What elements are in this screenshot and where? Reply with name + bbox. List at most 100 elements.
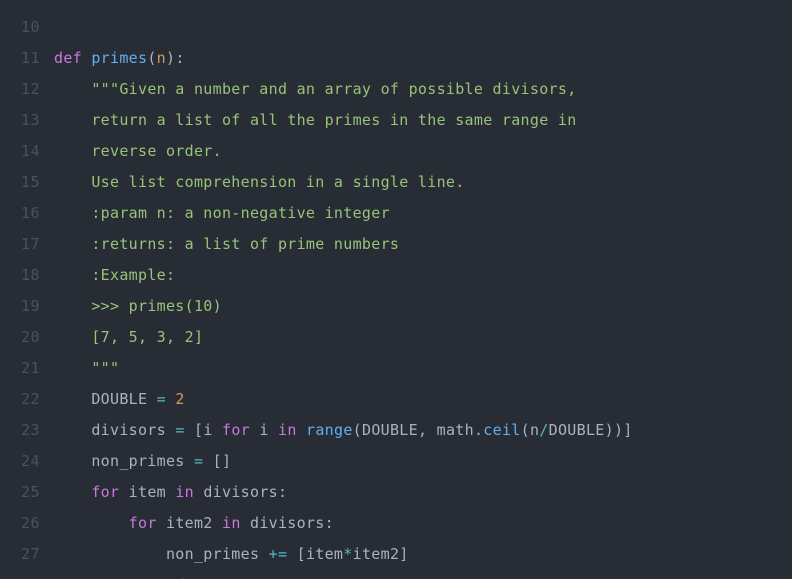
- code-token: [54, 266, 91, 284]
- code-token: (: [147, 49, 156, 67]
- code-line[interactable]: [7, 5, 3, 2]: [54, 322, 792, 353]
- code-token: item: [119, 483, 175, 501]
- code-token: [54, 111, 91, 129]
- line-number: 12: [0, 74, 40, 105]
- code-token: Use list comprehension in a single line.: [91, 173, 464, 191]
- line-number: 26: [0, 508, 40, 539]
- code-token: [i: [185, 421, 222, 439]
- code-token: [7, 5, 3, 2]: [91, 328, 203, 346]
- code-token: non_primes: [54, 452, 194, 470]
- code-token: i: [250, 421, 278, 439]
- code-token: divisors:: [194, 483, 287, 501]
- code-token: [54, 235, 91, 253]
- code-token: reverse order.: [91, 142, 222, 160]
- code-token: in: [278, 421, 297, 439]
- code-token: /: [539, 421, 548, 439]
- code-token: range: [306, 421, 353, 439]
- code-token: (DOUBLE, math.: [353, 421, 484, 439]
- code-token: [54, 328, 91, 346]
- line-number: 28: [0, 570, 40, 579]
- code-token: +=: [269, 545, 288, 563]
- code-token: [54, 80, 91, 98]
- line-number: 22: [0, 384, 40, 415]
- code-token: for: [129, 514, 157, 532]
- code-line[interactable]: [54, 12, 792, 43]
- code-token: in: [175, 483, 194, 501]
- code-line[interactable]: for item2 in divisors:: [54, 508, 792, 539]
- line-number: 27: [0, 539, 40, 570]
- line-number: 15: [0, 167, 40, 198]
- code-line[interactable]: >>> primes(10): [54, 291, 792, 322]
- code-token: """: [91, 359, 119, 377]
- line-number: 21: [0, 353, 40, 384]
- line-number: 19: [0, 291, 40, 322]
- code-line[interactable]: divisors = [i for i in range(DOUBLE, mat…: [54, 415, 792, 446]
- line-number: 17: [0, 229, 40, 260]
- code-token: ceil: [483, 421, 520, 439]
- code-line[interactable]: :returns: a list of prime numbers: [54, 229, 792, 260]
- code-token: [54, 359, 91, 377]
- code-line[interactable]: for item in divisors:: [54, 477, 792, 508]
- line-number: 20: [0, 322, 40, 353]
- line-number: 18: [0, 260, 40, 291]
- code-line[interactable]: non_primes = []: [54, 446, 792, 477]
- code-token: return a list of all the primes in the s…: [91, 111, 576, 129]
- code-token: :Example:: [91, 266, 175, 284]
- code-token: [54, 204, 91, 222]
- code-token: def: [54, 49, 91, 67]
- code-token: =: [157, 390, 166, 408]
- code-token: item2: [157, 514, 222, 532]
- code-token: """Given a number and an array of possib…: [91, 80, 576, 98]
- code-token: [item: [287, 545, 343, 563]
- code-line[interactable]: return a list of all the primes in the s…: [54, 105, 792, 136]
- code-token: DOUBLE))]: [549, 421, 633, 439]
- code-token: [54, 483, 91, 501]
- line-number: 14: [0, 136, 40, 167]
- code-token: [54, 173, 91, 191]
- code-token: for: [222, 421, 250, 439]
- code-token: =: [194, 452, 203, 470]
- line-number: 25: [0, 477, 40, 508]
- code-token: [166, 390, 175, 408]
- code-line[interactable]: non_primes += [item*item2]: [54, 539, 792, 570]
- code-token: non_primes: [54, 545, 269, 563]
- code-line[interactable]: def primes(n):: [54, 43, 792, 74]
- line-number: 24: [0, 446, 40, 477]
- code-line[interactable]: :Example:: [54, 260, 792, 291]
- code-token: []: [203, 452, 231, 470]
- line-number: 16: [0, 198, 40, 229]
- code-token: [54, 514, 129, 532]
- code-line[interactable]: DOUBLE = 2: [54, 384, 792, 415]
- code-token: [54, 142, 91, 160]
- code-token: item2]: [353, 545, 409, 563]
- code-token: =: [175, 421, 184, 439]
- code-line[interactable]: # Your Code Goes Here #: [54, 570, 792, 579]
- line-number-gutter: 10111213141516171819202122232425262728: [0, 12, 54, 579]
- code-token: n: [157, 49, 166, 67]
- code-token: for: [91, 483, 119, 501]
- code-line[interactable]: """: [54, 353, 792, 384]
- code-token: primes: [91, 49, 147, 67]
- code-token: ):: [166, 49, 185, 67]
- code-token: [54, 297, 91, 315]
- line-number: 10: [0, 12, 40, 43]
- code-line[interactable]: :param n: a non-negative integer: [54, 198, 792, 229]
- code-token: [297, 421, 306, 439]
- code-token: >>> primes(10): [91, 297, 222, 315]
- code-editor[interactable]: 10111213141516171819202122232425262728 d…: [0, 0, 792, 579]
- code-token: (n: [521, 421, 540, 439]
- code-token: DOUBLE: [54, 390, 157, 408]
- code-token: :returns: a list of prime numbers: [91, 235, 399, 253]
- code-token: in: [222, 514, 241, 532]
- code-area[interactable]: def primes(n): """Given a number and an …: [54, 12, 792, 579]
- line-number: 11: [0, 43, 40, 74]
- code-token: :param n: a non-negative integer: [91, 204, 390, 222]
- code-token: divisors:: [241, 514, 334, 532]
- code-line[interactable]: Use list comprehension in a single line.: [54, 167, 792, 198]
- code-line[interactable]: reverse order.: [54, 136, 792, 167]
- code-token: divisors: [54, 421, 175, 439]
- code-token: *: [343, 545, 352, 563]
- code-token: 2: [175, 390, 184, 408]
- line-number: 23: [0, 415, 40, 446]
- code-line[interactable]: """Given a number and an array of possib…: [54, 74, 792, 105]
